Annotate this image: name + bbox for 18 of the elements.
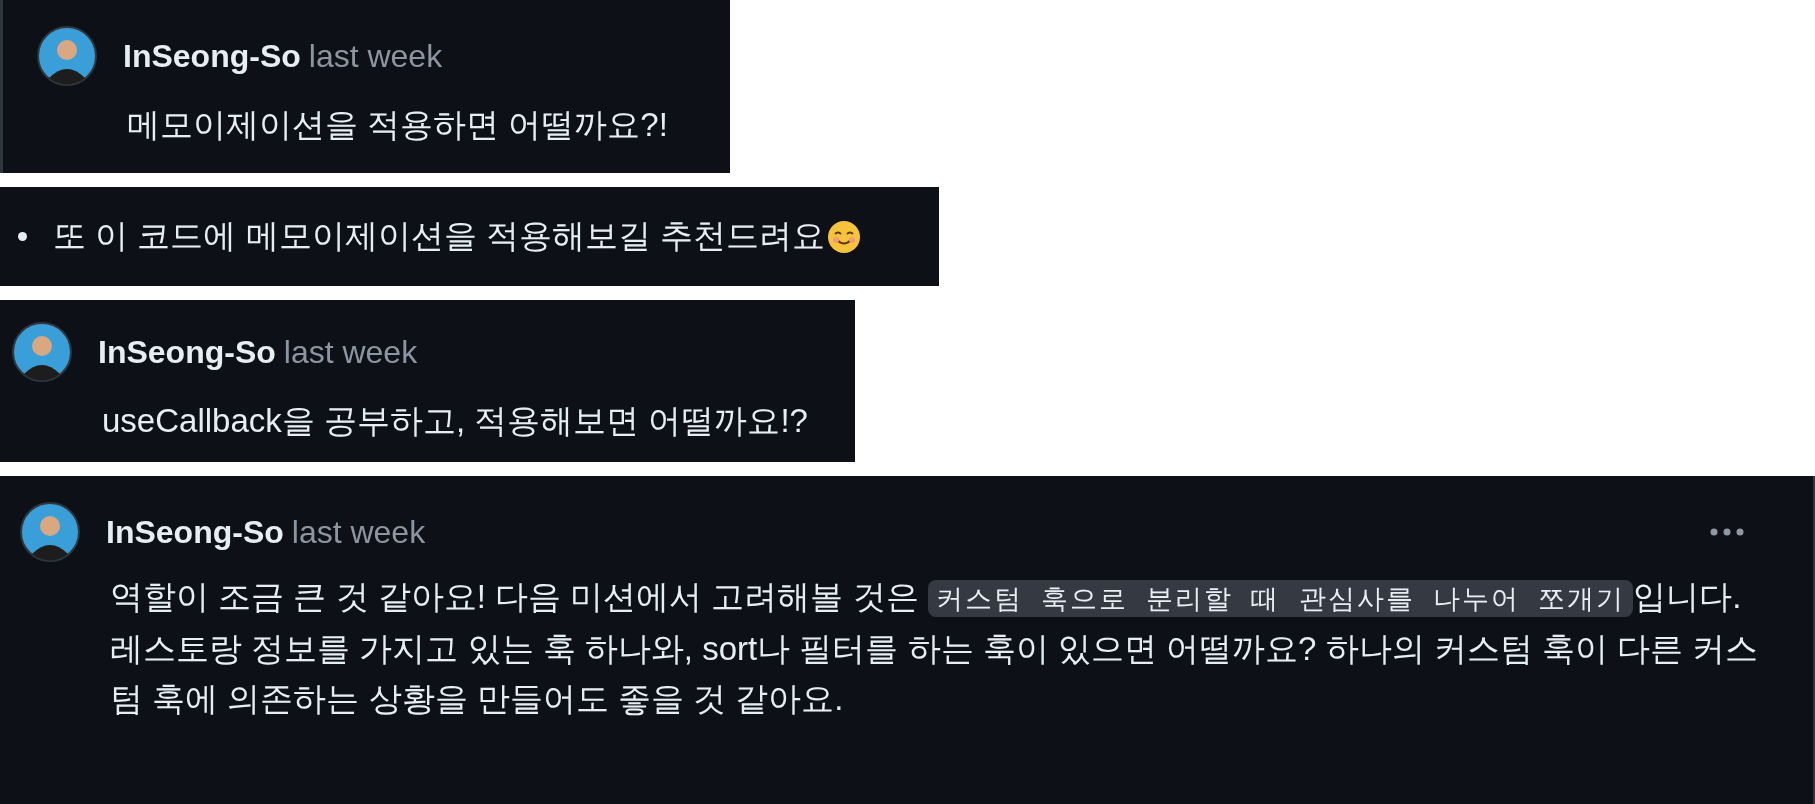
comment-text: 레스토랑 정보를 가지고 있는 훅 하나와, sort나 필터를 하는 훅이 있으면 어떨까요? 하나의 커스텀 훅이 다른 커스텀 훅에 의존하는 상황을 만들어도 좋을 것 같아요. [110, 630, 1759, 717]
comment-text: 메모이제이션을 적용하면 어떨까요?! [127, 106, 668, 143]
comment-text: useCallback을 공부하고, 적용해보면 어떨까요!? [102, 402, 808, 439]
author-name[interactable]: InSeong-So [106, 513, 284, 550]
avatar[interactable] [37, 26, 97, 86]
comment-text: 입니다. [1633, 578, 1742, 615]
comment-text: 또 이 코드에 메모이제이션을 적용해보길 추천드려요 [53, 216, 825, 256]
author-name[interactable]: InSeong-So [123, 37, 301, 74]
comment-text: 역할이 조금 큰 것 같아요! 다음 미션에서 고려해볼 것은 [110, 578, 920, 615]
timestamp[interactable]: last week [283, 333, 418, 370]
inline-code: 커스텀 훅으로 분리할 때 관심사를 나누어 쪼개기 [927, 580, 1634, 617]
avatar[interactable] [12, 322, 72, 382]
author-name[interactable]: InSeong-So [98, 333, 276, 370]
timestamp[interactable]: last week [308, 37, 443, 74]
avatar[interactable] [20, 502, 80, 562]
timestamp[interactable]: last week [291, 513, 426, 550]
smiling-face-icon [826, 219, 861, 254]
bullet-icon [18, 232, 27, 241]
